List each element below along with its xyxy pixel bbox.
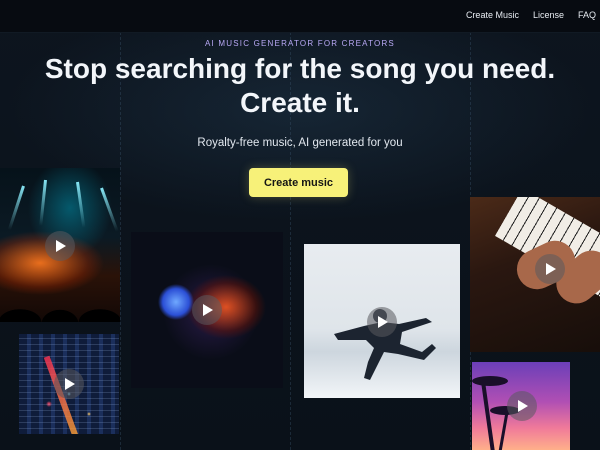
hero-subtitle: Royalty-free music, AI generated for you (197, 137, 403, 149)
light-beam (76, 181, 86, 228)
light-beam (39, 179, 47, 226)
palm-trunk (498, 412, 509, 450)
hero-eyebrow: AI MUSIC GENERATOR FOR CREATORS (205, 39, 395, 48)
create-music-button[interactable]: Create music (249, 168, 348, 197)
crowd-silhouette (0, 282, 120, 322)
play-icon[interactable] (45, 231, 75, 261)
video-tile-piano[interactable] (470, 197, 600, 352)
play-icon[interactable] (507, 391, 537, 421)
hero-headline-line-2: Create it. (240, 87, 360, 118)
video-tile-dancer[interactable] (304, 244, 460, 398)
nav-link-license[interactable]: License (533, 10, 564, 20)
hero-headline: Stop searching for the song you need. Cr… (0, 52, 600, 120)
nav-link-faq[interactable]: FAQ (578, 10, 596, 20)
light-beam (7, 185, 25, 231)
palm-leaves (472, 376, 508, 386)
play-icon[interactable] (535, 254, 565, 284)
light-beam (100, 187, 119, 232)
palm-trunk (481, 382, 495, 450)
play-icon[interactable] (367, 307, 397, 337)
video-tile-palm-trees[interactable] (472, 362, 570, 450)
play-icon[interactable] (54, 369, 84, 399)
main-nav: Create Music License FAQ (466, 10, 596, 20)
video-tile-concert[interactable] (0, 168, 120, 322)
video-tile-city-night[interactable] (19, 334, 119, 434)
hero-headline-line-1: Stop searching for the song you need. (44, 53, 556, 84)
top-navigation-bar: Create Music License FAQ (0, 0, 600, 33)
nav-link-create-music[interactable]: Create Music (466, 10, 519, 20)
video-tile-mirror-ball[interactable] (131, 232, 283, 388)
play-icon[interactable] (192, 295, 222, 325)
